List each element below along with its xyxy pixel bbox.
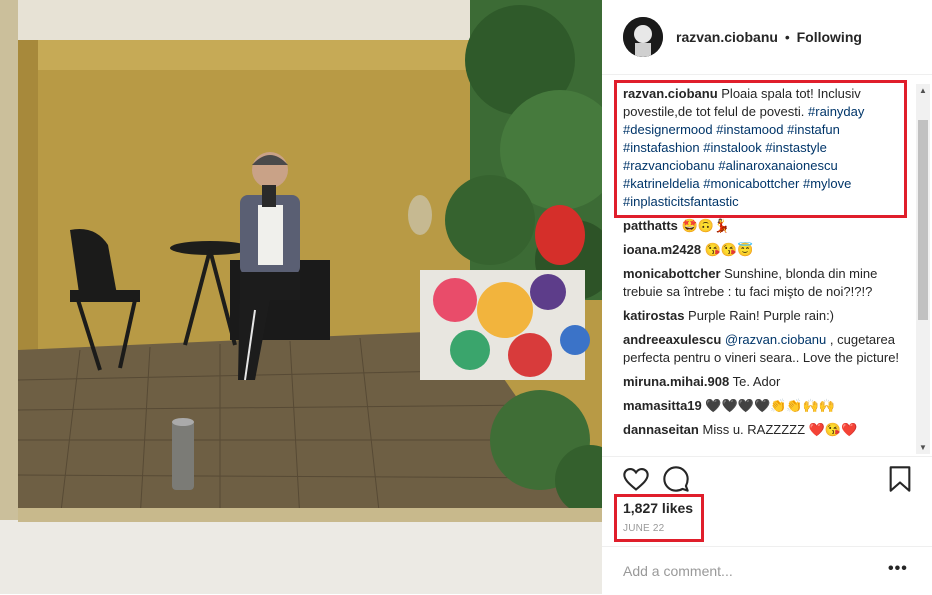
header-separator: • (784, 29, 790, 45)
hashtag-link[interactable]: #designermood (623, 122, 713, 137)
header-username[interactable]: razvan.ciobanu (676, 29, 778, 45)
hashtag-link[interactable]: #instafashion (623, 140, 700, 155)
hashtag-link[interactable]: #instamood (716, 122, 783, 137)
post-date: JUNE 22 (623, 523, 665, 534)
comment-text: 🖤🖤🖤🖤👏👏🙌🙌 (705, 398, 835, 413)
comment-item: ioana.m2428 😘😘😇 (623, 241, 913, 259)
hashtag-link[interactable]: #instafun (787, 122, 840, 137)
photo-illustration (0, 0, 602, 594)
hashtag-link[interactable]: #katrineldelia (623, 176, 700, 191)
hashtag-link[interactable]: #alinaroxanaionescu (718, 158, 837, 173)
post-details-panel: razvan.ciobanu • Following razvan.cioban… (602, 0, 932, 594)
header-text: razvan.ciobanu • Following (676, 29, 862, 45)
arrow-up-icon[interactable]: ▲ (919, 86, 927, 95)
hashtag-link[interactable]: #monicabottcher (703, 176, 799, 191)
comment-item: miruna.mihai.908 Te. Ador (623, 373, 913, 391)
save-button[interactable] (886, 465, 914, 493)
following-button[interactable]: Following (797, 29, 862, 45)
caption-hashtags: #rainyday #designermood #instamood #inst… (623, 104, 864, 209)
comment-entries: patthatts 🤩🙃💃 ioana.m2428 😘😘😇 monicabottch… (623, 217, 913, 439)
comment-item: dannaseitan Miss u. RAZZZZZ ❤️😘❤️ (623, 421, 913, 439)
comment-item: andreeaxulescu @razvan.ciobanu , cugetar… (623, 331, 913, 367)
comment-username[interactable]: monicabottcher (623, 266, 721, 281)
likes-count[interactable]: 1,827 likes (623, 500, 693, 516)
avatar-image (623, 17, 663, 57)
add-comment-bar: ••• (602, 546, 932, 595)
arrow-down-icon[interactable]: ▼ (919, 443, 927, 452)
comment-button[interactable] (662, 465, 690, 493)
comment-item: monicabottcher Sunshine, blonda din mine… (623, 265, 913, 301)
hashtag-link[interactable]: #inplasticitsfantastic (623, 194, 739, 209)
comment-username[interactable]: miruna.mihai.908 (623, 374, 729, 389)
comment-username[interactable]: ioana.m2428 (623, 242, 701, 257)
scroll-thumb[interactable] (918, 120, 928, 320)
heart-icon (623, 468, 649, 491)
comment-item: patthatts 🤩🙃💃 (623, 217, 913, 235)
post-actions (602, 456, 932, 501)
scrollbar[interactable]: ▲ ▼ (916, 84, 930, 454)
post-header: razvan.ciobanu • Following (602, 0, 932, 75)
comment-text: Miss u. RAZZZZZ ❤️😘❤️ (702, 422, 858, 437)
caption-username[interactable]: razvan.ciobanu (623, 86, 718, 101)
hashtag-link[interactable]: #instastyle (765, 140, 826, 155)
comment-text: Te. Ador (732, 374, 781, 389)
comment-mention[interactable]: @razvan.ciobanu (725, 332, 826, 347)
comment-username[interactable]: katirostas (623, 308, 684, 323)
add-comment-input[interactable] (623, 563, 863, 579)
hashtag-link[interactable]: #rainyday (808, 104, 864, 119)
comment-item: mamasitta19 🖤🖤🖤🖤👏👏🙌🙌 (623, 397, 913, 415)
comment-username[interactable]: andreeaxulescu (623, 332, 721, 347)
avatar[interactable] (623, 17, 663, 57)
hashtag-link[interactable]: #instalook (703, 140, 762, 155)
bookmark-icon (889, 466, 911, 492)
comment-username[interactable]: dannaseitan (623, 422, 699, 437)
more-options-button[interactable]: ••• (888, 560, 908, 578)
comment-text: 😘😘😇 (704, 242, 754, 257)
comment-icon (663, 466, 689, 492)
comment-text: Purple Rain! Purple rain:) (688, 308, 835, 323)
comment-text: 🤩🙃💃 (681, 218, 731, 233)
comment-item: katirostas Purple Rain! Purple rain:) (623, 307, 913, 325)
comments-list[interactable]: razvan.ciobanu Ploaia spala tot! Inclusi… (623, 84, 913, 454)
caption: razvan.ciobanu Ploaia spala tot! Inclusi… (623, 84, 913, 211)
comment-username[interactable]: mamasitta19 (623, 398, 702, 413)
post-photo (0, 0, 602, 594)
hashtag-link[interactable]: #mylove (803, 176, 851, 191)
hashtag-link[interactable]: #razvanciobanu (623, 158, 715, 173)
like-button[interactable] (622, 465, 650, 493)
comment-username[interactable]: patthatts (623, 218, 678, 233)
